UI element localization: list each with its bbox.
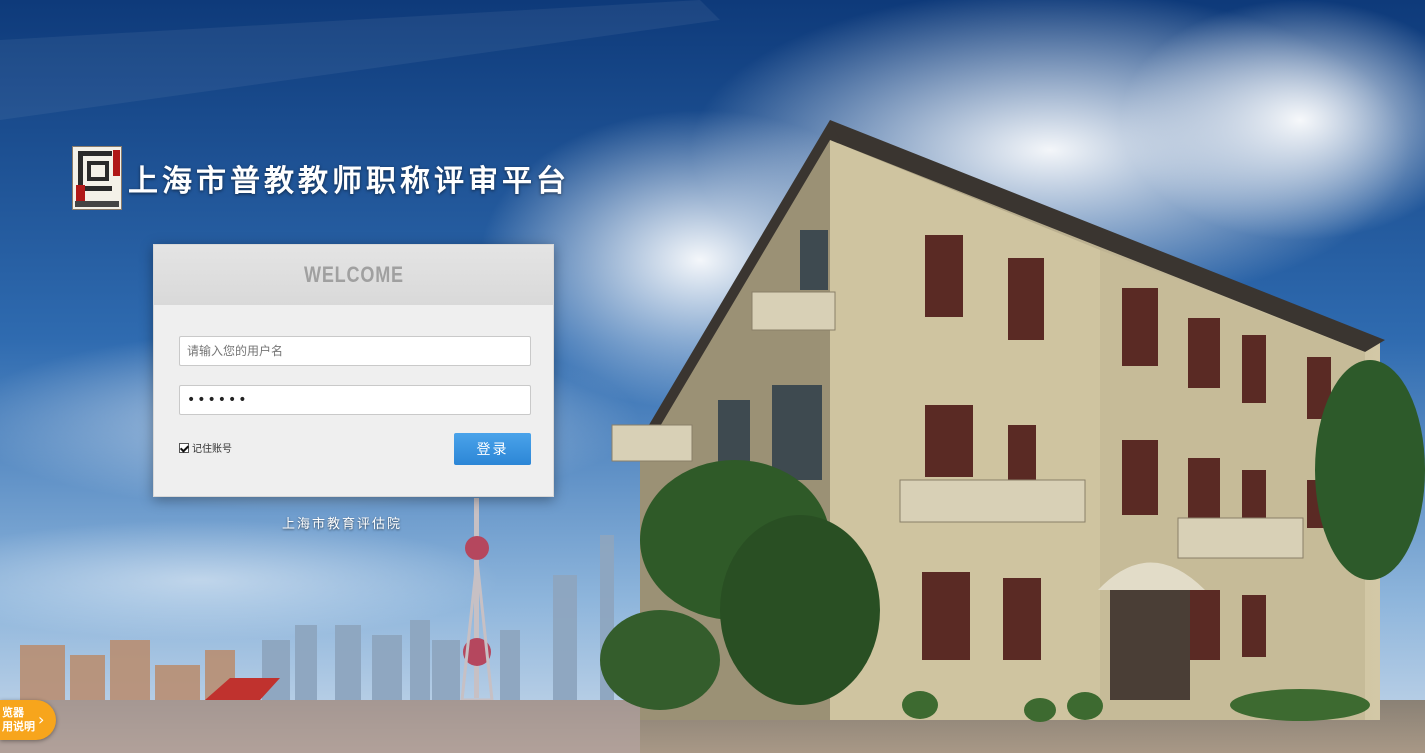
chevron-right-icon: › [38, 710, 45, 729]
remember-account[interactable]: 记住账号 [179, 440, 232, 455]
organization-name: 上海市教育评估院 [282, 517, 403, 532]
see-logo-icon [72, 146, 122, 210]
username-input[interactable] [179, 336, 531, 366]
browser-instructions-tab[interactable]: 览器 用说明 › [0, 700, 56, 740]
site-brand: 上海市普教教师职称评审平台 [72, 146, 570, 210]
site-title: 上海市普教教师职称评审平台 [128, 164, 570, 199]
remember-checkbox[interactable] [179, 442, 189, 453]
login-panel: WELCOME 记住账号 登录 [153, 244, 554, 497]
login-button[interactable]: 登录 [454, 433, 531, 465]
login-panel-header: WELCOME [154, 245, 553, 305]
browser-tip-text: 览器 用说明 [2, 706, 35, 733]
password-input[interactable] [179, 385, 531, 415]
welcome-heading: WELCOME [303, 262, 404, 287]
remember-label: 记住账号 [192, 444, 232, 455]
